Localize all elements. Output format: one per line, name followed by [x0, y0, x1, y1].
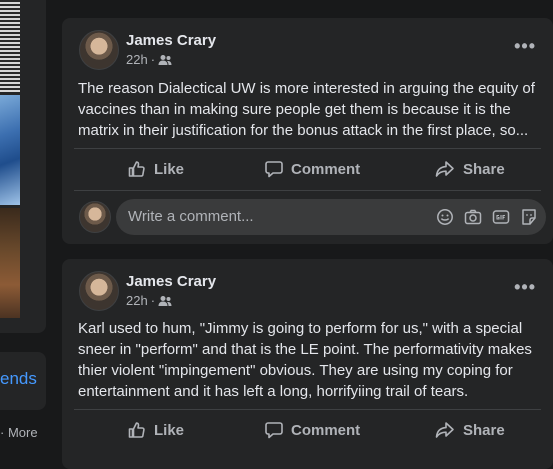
emoji-icon[interactable] [436, 208, 454, 226]
post-body-line: entertainment and it has left a long, ho… [78, 383, 469, 400]
post-meta: 22h · [126, 293, 172, 308]
left-sidebar: ends · More [0, 0, 46, 458]
comment-button[interactable]: Comment [265, 160, 360, 178]
like-button[interactable]: Like [128, 160, 184, 178]
camera-icon[interactable] [464, 208, 482, 226]
like-icon [128, 161, 145, 177]
share-button[interactable]: Share [435, 160, 505, 178]
friends-audience-icon [158, 54, 172, 66]
media-thumbnails[interactable] [0, 0, 36, 320]
divider [74, 190, 541, 191]
post-time[interactable]: 22h [126, 52, 148, 67]
comment-input[interactable]: Write a comment... [116, 199, 546, 235]
more-options-icon[interactable]: ••• [514, 36, 536, 57]
comment-label: Comment [291, 160, 361, 178]
post-body-line: vaccines than in making sure people get … [78, 101, 511, 118]
share-icon [435, 422, 454, 438]
friends-link[interactable]: ends [0, 369, 37, 389]
gif-icon[interactable] [492, 208, 510, 226]
post-body-line: thier violent "impingement" obvious. The… [78, 362, 513, 379]
like-button[interactable]: Like [128, 421, 184, 439]
comment-button[interactable]: Comment [265, 421, 360, 439]
meta-separator: · [150, 52, 156, 67]
post-body-line: matrix in their justification for the bo… [78, 122, 529, 139]
comment-placeholder: Write a comment... [128, 208, 254, 225]
like-label: Like [154, 160, 185, 178]
comment-label: Comment [291, 421, 361, 439]
divider [74, 409, 541, 410]
post-body-line: The reason Dialectical UW is more intere… [78, 80, 535, 97]
post-body: The reason Dialectical UW is more intere… [78, 78, 535, 141]
document-thumbnail[interactable] [0, 0, 20, 92]
friends-audience-icon [158, 295, 172, 307]
comment-tools [436, 208, 538, 226]
share-button[interactable]: Share [435, 421, 505, 439]
avatar[interactable] [79, 271, 119, 311]
post-body-line: sneer in "perform" and that is the LE po… [78, 341, 532, 358]
divider [74, 148, 541, 149]
post-card: James Crary 22h · ••• The reason Dialect… [62, 18, 553, 244]
meta-separator: · [150, 293, 156, 308]
post-author[interactable]: James Crary [126, 273, 216, 290]
post-body-line: Karl used to hum, "Jimmy is going to per… [78, 320, 523, 337]
flag-thumbnail[interactable] [0, 95, 20, 205]
post-body: Karl used to hum, "Jimmy is going to per… [78, 318, 532, 402]
comment-avatar[interactable] [79, 201, 111, 233]
more-options-icon[interactable]: ••• [514, 277, 536, 298]
share-icon [435, 161, 454, 177]
post-author[interactable]: James Crary [126, 32, 216, 49]
like-icon [128, 422, 145, 438]
chamber-thumbnail[interactable] [0, 208, 20, 318]
comment-icon [265, 161, 283, 178]
avatar[interactable] [79, 30, 119, 70]
like-label: Like [154, 421, 185, 439]
post-card: James Crary 22h · ••• Karl used to hum, … [62, 259, 553, 469]
share-label: Share [463, 160, 505, 178]
comment-icon [265, 422, 283, 439]
sticker-icon[interactable] [520, 208, 538, 226]
more-link[interactable]: · More [0, 425, 38, 440]
post-meta: 22h · [126, 52, 172, 67]
share-label: Share [463, 421, 505, 439]
left-media-card [0, 0, 46, 333]
post-time[interactable]: 22h [126, 293, 148, 308]
